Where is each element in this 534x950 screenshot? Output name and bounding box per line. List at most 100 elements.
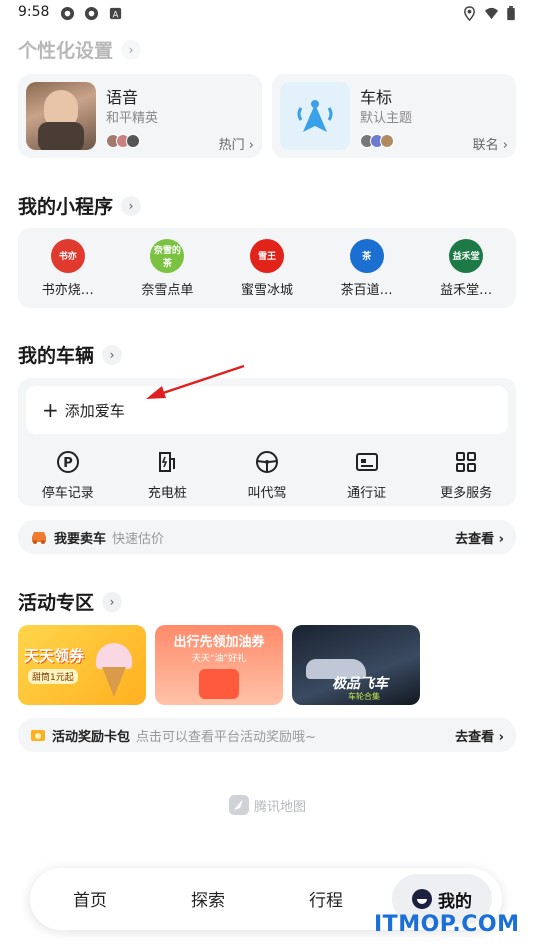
voice-card[interactable]: 语音 和平精英 热门 › [18,74,262,158]
promo-subtitle: 天天“油”好礼 [191,654,247,664]
mini-program-item[interactable]: 雪王 蜜雪冰城 [219,238,315,298]
car-logo-icon [280,82,350,150]
car-logo-tag: 联名 › [472,138,508,153]
status-time: 9:58 [18,4,50,20]
mini-program-item[interactable]: 书亦 书亦烧… [20,238,116,298]
mini-program-item[interactable]: 茶 茶百道… [319,238,415,298]
section-title: 个性化设置 [18,40,114,62]
sell-car-action: 去查看 › [455,531,504,547]
wifi-icon [484,7,499,20]
add-car-button[interactable]: + 添加爱车 [26,386,508,434]
reward-row[interactable]: 活动奖励卡包 点击可以查看平台活动奖励哦~ 去查看 › [18,718,516,752]
voice-avatars [106,134,140,148]
svg-text:P: P [63,456,73,471]
promo-racing-game[interactable]: 极品飞车 车轮合集 [292,625,420,705]
grid-icon [456,452,477,472]
location-icon [464,6,475,21]
footer-brand: 腾讯地图 [228,794,306,816]
car-logo-card[interactable]: 车标 默认主题 联名 › [272,74,516,158]
app-notification-icon [60,6,75,21]
watermark: ITMOP.COM [374,912,520,937]
service-pass[interactable]: 通行证 [319,450,415,501]
parking-icon: P [56,451,79,473]
voice-subtitle: 和平精英 [106,111,159,126]
chevron-right-icon: › [102,591,123,612]
mini-program-label: 奈雪点单 [141,282,194,298]
promo-title: 极品飞车 [332,676,388,692]
service-charging[interactable]: 充电桩 [119,450,215,501]
chevron-right-icon: › [121,39,142,60]
app-notification-icon: A [109,7,122,19]
brand-label: 腾讯地图 [254,799,307,815]
pass-card-icon [355,453,378,471]
tab-explore[interactable]: 探索 [168,886,248,911]
service-more[interactable]: 更多服务 [418,450,514,501]
svg-text:A: A [113,9,119,19]
ice-cream-cone-icon [102,667,126,697]
reward-card-icon [31,730,45,741]
section-title: 活动专区 [18,592,95,614]
chevron-right-icon: › [102,344,123,365]
tab-home[interactable]: 首页 [50,886,130,911]
mini-program-logo-icon: 奈雪的茶 [150,238,185,273]
mini-program-item[interactable]: 奈雪的茶 奈雪点单 [119,238,215,298]
avatar-icon [412,889,432,909]
mini-program-label: 书亦烧… [41,282,94,298]
status-bar: 9:58 A [0,0,534,28]
promo-subtitle: 甜筒1元起 [28,669,78,684]
tencent-map-logo-icon [229,795,249,815]
gift-box-icon [199,669,239,699]
service-label: 停车记录 [41,486,94,501]
section-title: 我的车辆 [18,345,95,367]
vehicles-card: + 添加爱车 P 停车记录 充电桩 叫代驾 通行证 更多服务 [18,378,516,506]
annotation-arrow-icon [146,364,245,399]
tab-trips[interactable]: 行程 [286,886,366,911]
service-label: 充电桩 [147,486,187,501]
charging-icon [159,452,176,472]
steering-wheel-icon [255,451,278,473]
car-icon [32,532,46,544]
service-label: 叫代驾 [247,486,287,501]
mini-program-label: 蜜雪冰城 [240,282,293,298]
reward-subtitle: 点击可以查看平台活动奖励哦~ [136,729,316,745]
promo-title: 天天领券 [24,647,85,665]
mini-program-label: 益禾堂… [440,282,493,298]
sell-car-subtitle: 快速估价 [112,531,165,547]
mini-program-item[interactable]: 益禾堂 益禾堂… [418,238,514,298]
personal-settings-header[interactable]: 个性化设置 › [18,36,142,63]
car-logo-avatars [360,134,394,148]
mini-program-label: 茶百道… [340,282,393,298]
ice-cream-icon [96,643,132,669]
car-logo-subtitle: 默认主题 [360,111,413,126]
voice-avatar-image [26,82,96,150]
mini-program-logo-icon: 茶 [349,238,384,273]
mini-programs-header[interactable]: 我的小程序 › [18,192,142,219]
service-driver[interactable]: 叫代驾 [219,450,315,501]
sell-car-title: 我要卖车 [54,531,107,547]
voice-title: 语音 [106,88,139,107]
app-notification-icon [84,6,99,21]
vehicle-services: P 停车记录 充电桩 叫代驾 通行证 更多服务 [18,450,516,501]
service-parking[interactable]: P 停车记录 [20,450,116,501]
section-title: 我的小程序 [18,196,114,218]
promo-fuel-coupon[interactable]: 出行先领加油券 天天“油”好礼 [155,625,283,705]
mini-program-logo-icon: 书亦 [50,238,85,273]
mini-programs-card: 书亦 书亦烧… 奈雪的茶 奈雪点单 雪王 蜜雪冰城 茶 茶百道… 益禾堂 益禾堂… [18,228,516,308]
promo-ice-cream[interactable]: 天天领券 甜筒1元起 [18,625,146,705]
voice-tag: 热门 › [218,138,254,153]
vehicles-header[interactable]: 我的车辆 › [18,341,123,368]
service-label: 更多服务 [440,486,493,501]
service-label: 通行证 [347,486,387,501]
battery-icon [507,6,515,21]
add-car-label: 添加爱车 [64,401,125,420]
reward-action: 去查看 › [455,729,504,745]
promo-subtitle: 车轮合集 [348,692,380,701]
tab-mine-label: 我的 [438,891,472,912]
mini-program-logo-icon: 益禾堂 [449,238,484,273]
activities-header[interactable]: 活动专区 › [18,588,123,615]
chevron-right-icon: › [121,195,142,216]
reward-title: 活动奖励卡包 [52,729,131,745]
promo-title: 出行先领加油券 [173,635,265,650]
car-logo-title: 车标 [360,88,393,107]
sell-car-row[interactable]: 我要卖车 快速估价 去查看 › [18,520,516,554]
